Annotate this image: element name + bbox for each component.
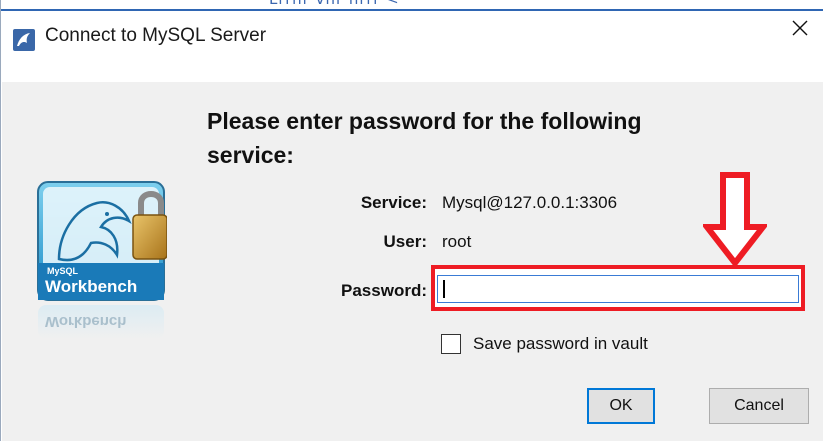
background-window-text: Lrrnr vhr nrrr < — [269, 0, 400, 8]
ok-button[interactable]: OK — [587, 388, 655, 424]
user-label: User: — [383, 232, 427, 251]
background-window-strip: Lrrnr vhr nrrr < — [1, 0, 823, 11]
cancel-button[interactable]: Cancel — [709, 388, 809, 424]
text-caret — [443, 280, 445, 298]
user-value: root — [442, 232, 472, 251]
down-arrow-outline-icon — [703, 172, 767, 267]
password-label: Password: — [341, 281, 427, 300]
save-password-checkbox[interactable] — [441, 334, 461, 354]
save-password-label[interactable]: Save password in vault — [473, 334, 648, 354]
service-label: Service: — [360, 193, 427, 212]
close-button[interactable] — [777, 11, 823, 45]
close-icon — [792, 20, 808, 36]
svg-text:Workbench: Workbench — [45, 277, 137, 296]
workbench-lock-logo: MySQL Workbench Workbench — [37, 181, 167, 339]
window-title: Connect to MySQL Server — [45, 25, 267, 46]
svg-text:Workbench: Workbench — [45, 313, 126, 330]
mysql-workbench-icon — [13, 29, 35, 51]
svg-text:MySQL: MySQL — [47, 266, 79, 276]
dialog-heading: Please enter password for the following … — [207, 108, 642, 168]
password-input[interactable] — [437, 275, 799, 303]
service-value: Mysql@127.0.0.1:3306 — [442, 193, 618, 212]
dialog-window: Lrrnr vhr nrrr < Connect to MySQL Server… — [0, 0, 823, 441]
